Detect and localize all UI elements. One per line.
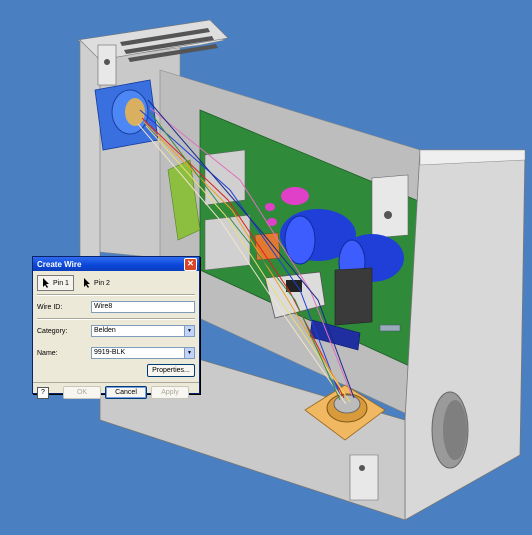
pink-component-small (265, 203, 275, 211)
properties-button[interactable]: Properties... (147, 364, 195, 377)
pin1-label: Pin 1 (53, 279, 69, 287)
pin-selector: Pin 1 Pin 2 (33, 271, 199, 291)
wire-id-label: Wire ID: (37, 303, 63, 311)
separator (37, 318, 195, 320)
cursor-arrow-icon (83, 278, 90, 288)
name-value: 9919-BLK (94, 349, 126, 356)
help-icon[interactable]: ? (37, 386, 49, 399)
wire-id-input[interactable]: Wire8 (91, 301, 195, 313)
dialog-title: Create Wire (37, 259, 82, 269)
enclosure-right-wall (404, 149, 526, 521)
small-component (379, 324, 401, 332)
name-select[interactable]: 9919-BLK ▼ (91, 347, 195, 359)
ok-button[interactable]: OK (63, 386, 101, 399)
wire-id-row: Wire ID: Wire8 (33, 299, 199, 315)
chevron-down-icon[interactable]: ▼ (184, 348, 194, 358)
pin2-button[interactable]: Pin 2 (78, 275, 115, 291)
mounting-bracket-right (371, 174, 409, 239)
name-row: Name: 9919-BLK ▼ (33, 345, 199, 361)
close-icon[interactable]: ✕ (184, 257, 197, 271)
pin1-button[interactable]: Pin 1 (37, 275, 74, 291)
pin2-label: Pin 2 (93, 279, 110, 287)
name-label: Name: (37, 349, 58, 357)
category-label: Category: (37, 327, 68, 335)
connector-blue (94, 79, 159, 151)
create-wire-dialog: Create Wire ✕ Pin 1 Pin 2 Wire ID: Wire8… (32, 256, 200, 399)
chevron-down-icon[interactable]: ▼ (184, 326, 194, 336)
category-select[interactable]: Belden ▼ (91, 325, 195, 337)
cancel-button[interactable]: Cancel (105, 386, 147, 399)
category-value: Belden (94, 327, 116, 334)
mounting-bracket-top (97, 44, 117, 86)
pink-component (281, 187, 309, 205)
properties-row: Properties... (33, 361, 199, 380)
cable-port-inner (443, 400, 467, 460)
dialog-footer: ? OK Cancel Apply (33, 382, 199, 402)
dialog-titlebar[interactable]: Create Wire ✕ (33, 257, 199, 271)
mounting-bracket-bottom (349, 454, 379, 501)
separator (37, 294, 195, 296)
apply-button[interactable]: Apply (151, 386, 189, 399)
cursor-arrow-icon (43, 278, 49, 288)
ic-chip (334, 267, 373, 326)
category-row: Category: Belden ▼ (33, 323, 199, 339)
